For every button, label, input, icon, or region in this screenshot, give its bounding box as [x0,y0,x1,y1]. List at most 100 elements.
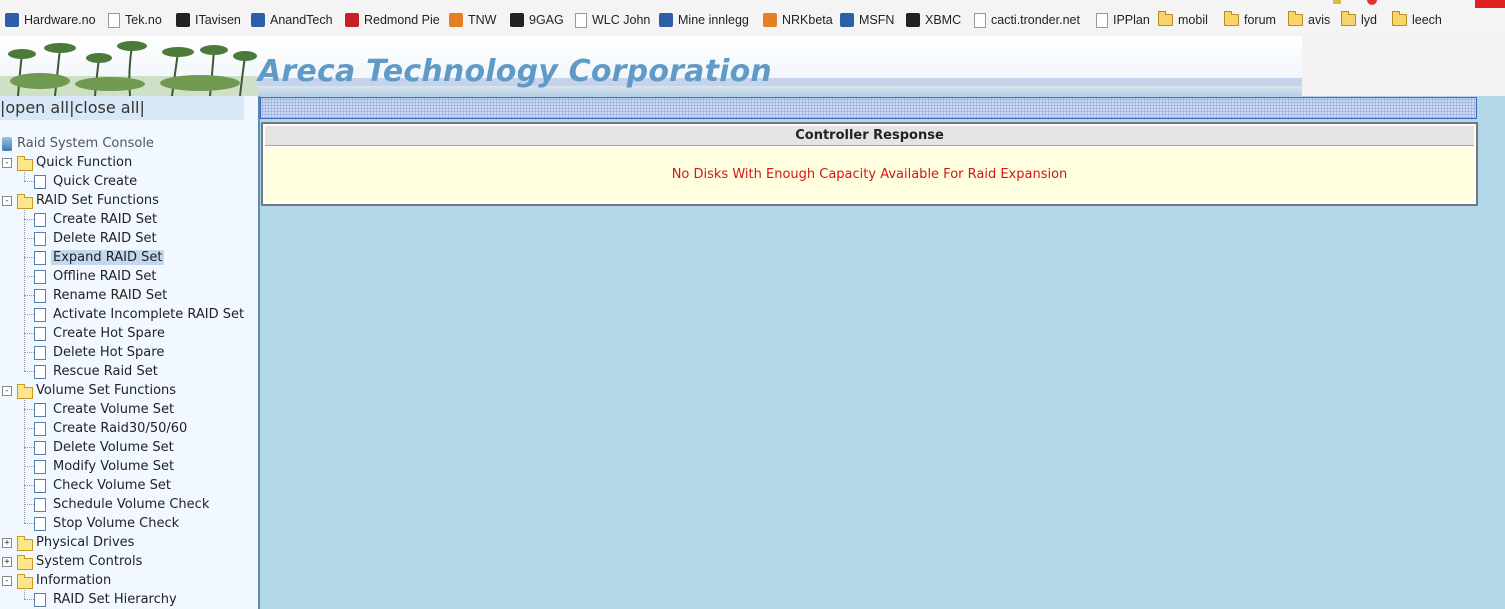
tree-connector [24,352,34,353]
bookmark-9gag[interactable]: 9GAG [510,10,564,30]
expand-icon[interactable]: + [2,538,12,548]
bookmark-anandtech[interactable]: AnandTech [251,10,333,30]
tree-group-label[interactable]: System Controls [34,554,144,569]
page-icon [575,12,587,28]
bookmark-label: MSFN [859,13,895,27]
tree-item-label[interactable]: Activate Incomplete RAID Set [51,307,246,322]
tree-item-label[interactable]: Create Volume Set [51,402,176,417]
tree-group-label[interactable]: Volume Set Functions [34,383,178,398]
tree-item: Modify Volume Set [51,457,176,476]
tree-connector [24,504,34,505]
collapse-icon[interactable]: - [2,576,12,586]
tree-group-label[interactable]: Physical Drives [34,535,136,550]
page-title: Areca Technology Corporation [258,54,772,89]
page-icon [34,498,46,512]
tree-group: System Controls [34,552,144,571]
banner-filler [1302,36,1505,96]
collapse-icon[interactable]: - [2,158,12,168]
bookmark-redmond-pie[interactable]: Redmond Pie [345,10,440,30]
tree-item-label[interactable]: Delete RAID Set [51,231,159,246]
tree-group-label[interactable]: RAID Set Functions [34,193,161,208]
page-icon [34,479,46,493]
bookmark-leech[interactable]: leech [1392,10,1442,30]
tree-root: Raid System Console [15,134,156,153]
tree-item-label[interactable]: Rename RAID Set [51,288,169,303]
bookmark-xbmc[interactable]: XBMC [906,10,961,30]
collapse-icon[interactable]: - [2,386,12,396]
bookmark-label: cacti.tronder.net [991,13,1080,27]
bookmark-label: Hardware.no [24,13,96,27]
tree-connector [24,398,25,523]
bookmark-tnw[interactable]: TNW [449,10,496,30]
bookmark-wlc-john[interactable]: WLC John [575,10,650,30]
tree-connector [24,181,34,182]
close-all-link[interactable]: close all [75,98,140,117]
tree-connector [24,238,34,239]
tree-item-label[interactable]: Create Raid30/50/60 [51,421,189,436]
open-all-link[interactable]: open all [5,98,69,117]
tree-connector [24,523,34,524]
tree-item-label[interactable]: Modify Volume Set [51,459,176,474]
bookmark-hardware-no[interactable]: Hardware.no [5,10,96,30]
bookmark-msfn[interactable]: MSFN [840,10,894,30]
page-icon [34,270,46,284]
bookmark-label: WLC John [592,13,651,27]
tree-item-label[interactable]: RAID Set Hierarchy [51,592,179,607]
tree-group-label[interactable]: Information [34,573,113,588]
pattern-bar [260,97,1477,119]
tree-item-label[interactable]: Schedule Volume Check [51,497,211,512]
tree-item-label[interactable]: Quick Create [51,174,139,189]
collapse-icon[interactable]: - [2,196,12,206]
tree-item-label[interactable]: Check Volume Set [51,478,173,493]
anandtech-icon [251,13,265,27]
tree-item: Delete Hot Spare [51,343,166,362]
tree-item: Delete Volume Set [51,438,176,457]
tree-item-label[interactable]: Delete Hot Spare [51,345,166,360]
tree-item-label[interactable]: Delete Volume Set [51,440,176,455]
bookmark-label: XBMC [925,13,962,27]
tree-root-label[interactable]: Raid System Console [15,136,156,151]
bookmark-mine-innlegg[interactable]: Mine innlegg [659,10,749,30]
bookmark-avis[interactable]: avis [1288,10,1330,30]
folder-icon [17,156,33,171]
nrkbeta-icon [763,13,777,27]
badge-icon[interactable] [1475,0,1505,8]
bookmarks-bar: Hardware.no Tek.no ITavisen AnandTech Redmon… [0,0,1505,37]
bookmark-cacti-tronder-net[interactable]: cacti.tronder.net [974,10,1080,30]
page-icon [974,12,986,28]
bookmark-ipplan[interactable]: IPPlan [1096,10,1150,30]
bookmark-tek-no[interactable]: Tek.no [108,10,162,30]
extension-icon[interactable] [1333,0,1341,4]
bookmark-label: Redmond Pie [364,13,440,27]
tree-item-label[interactable]: Expand RAID Set [51,250,165,265]
bookmark-label: avis [1308,13,1331,27]
bookmark-label: 9GAG [529,13,564,27]
bookmark-mobil[interactable]: mobil [1158,10,1208,30]
tree-item: Create Hot Spare [51,324,167,343]
tree-connector [24,428,34,429]
page-icon [34,403,46,417]
bookmark-lyd[interactable]: lyd [1341,10,1377,30]
tree-connector [24,257,34,258]
bookmark-nrkbeta[interactable]: NRKbeta [763,10,833,30]
tree-connector [24,219,34,220]
folder-icon [17,536,33,551]
tree-connector [24,485,34,486]
bookmark-itavisen[interactable]: ITavisen [176,10,241,30]
bookmark-forum[interactable]: forum [1224,10,1276,30]
tree-connector [24,276,34,277]
bookmark-label: Mine innlegg [678,13,749,27]
tree-item-label[interactable]: Rescue Raid Set [51,364,160,379]
page-icon [34,593,46,607]
tnw-icon [449,13,463,27]
tree-item: Rename RAID Set [51,286,169,305]
controller-response-panel: Controller Response No Disks With Enough… [261,122,1478,206]
tree-item: Create Volume Set [51,400,176,419]
tree-item-label[interactable]: Stop Volume Check [51,516,181,531]
tree-item-label[interactable]: Create RAID Set [51,212,159,227]
expand-icon[interactable]: + [2,557,12,567]
tree-item-label[interactable]: Offline RAID Set [51,269,159,284]
tree-group-label[interactable]: Quick Function [34,155,134,170]
tree-connector [24,588,25,599]
tree-item-label[interactable]: Create Hot Spare [51,326,167,341]
